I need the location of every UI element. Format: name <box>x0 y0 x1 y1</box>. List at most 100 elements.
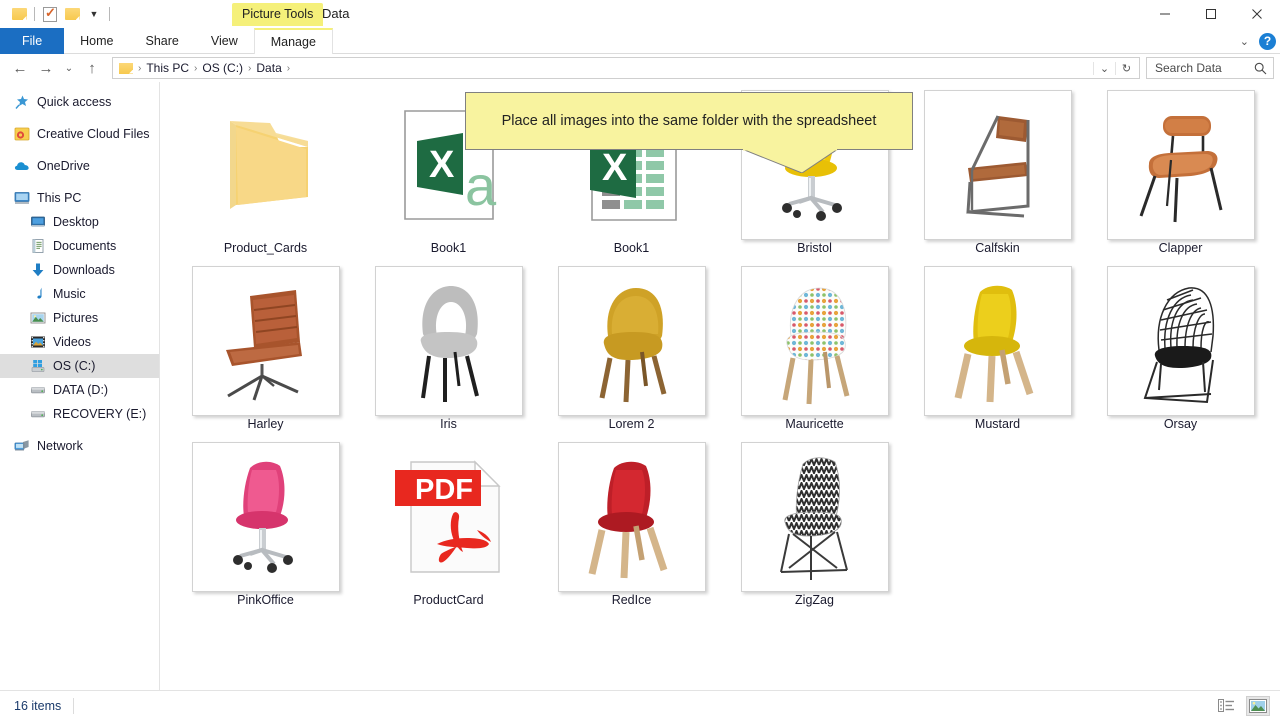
checkmark-document-icon[interactable] <box>39 3 61 25</box>
chair-photo <box>1106 90 1255 240</box>
chevron-down-icon[interactable]: ▼ <box>83 3 105 25</box>
chair-photo <box>374 266 523 416</box>
sidebar-item-creative-cloud-files[interactable]: Creative Cloud Files <box>0 122 159 146</box>
chevron-down-icon[interactable]: ⌄ <box>1093 61 1115 75</box>
image-thumbnail <box>540 266 723 416</box>
documents-icon <box>30 238 46 254</box>
sidebar-item-data-d[interactable]: DATA (D:) <box>0 378 159 402</box>
file-tile[interactable]: Product_Cards <box>174 90 357 266</box>
breadcrumb[interactable]: › This PC › OS (C:) › Data › ⌄ ↻ <box>112 57 1140 79</box>
maximize-button[interactable] <box>1188 0 1234 28</box>
file-tile[interactable]: PDF ProductCard <box>357 442 540 618</box>
recent-locations-button[interactable]: ⌄ <box>60 56 78 80</box>
folder-icon[interactable] <box>8 3 30 25</box>
file-name-label: Iris <box>440 417 457 431</box>
refresh-icon[interactable]: ↻ <box>1115 61 1137 75</box>
window-title: Data <box>322 6 350 21</box>
sidebar-item-label: Desktop <box>53 215 99 229</box>
search-input[interactable]: Search Data <box>1146 57 1274 79</box>
search-placeholder: Search Data <box>1155 61 1222 75</box>
drive-icon <box>30 406 46 422</box>
file-tile[interactable]: RedIce <box>540 442 723 618</box>
sidebar-item-onedrive[interactable]: OneDrive <box>0 154 159 178</box>
file-tile[interactable]: Clapper <box>1089 90 1272 266</box>
sidebar-item-recovery-e[interactable]: RECOVERY (E:) <box>0 402 159 426</box>
file-name-label: Calfskin <box>975 241 1020 255</box>
file-tile[interactable]: Lorem 2 <box>540 266 723 442</box>
star-pin-icon <box>14 94 30 110</box>
svg-text:X: X <box>429 144 455 186</box>
ribbon-right-controls: ⌄ ? <box>1240 28 1276 54</box>
sidebar-item-label: Creative Cloud Files <box>37 127 150 141</box>
folder-icon[interactable] <box>61 3 83 25</box>
image-thumbnail <box>906 266 1089 416</box>
sidebar-item-quick-access[interactable]: Quick access <box>0 90 159 114</box>
status-bar: 16 items <box>0 690 1280 720</box>
breadcrumb-separator: › <box>138 62 142 74</box>
file-tile[interactable]: Mustard <box>906 266 1089 442</box>
chair-photo <box>557 266 706 416</box>
file-tile[interactable]: Harley <box>174 266 357 442</box>
close-button[interactable] <box>1234 0 1280 28</box>
sidebar-item-this-pc[interactable]: This PC <box>0 186 159 210</box>
forward-button[interactable]: → <box>34 56 58 80</box>
details-view-button[interactable] <box>1214 696 1238 716</box>
chevron-down-icon[interactable]: ⌄ <box>1240 35 1249 48</box>
folder-icon <box>174 90 357 240</box>
chair-photo <box>191 442 340 592</box>
sidebar-item-label: Pictures <box>53 311 99 325</box>
image-thumbnail <box>906 90 1089 240</box>
view-toggle-group <box>1214 695 1270 716</box>
sidebar-item-desktop[interactable]: Desktop <box>0 210 159 234</box>
file-tile[interactable]: Orsay <box>1089 266 1272 442</box>
file-name-label: Harley <box>247 417 284 431</box>
sidebar-item-network[interactable]: Network <box>0 434 159 458</box>
tab-file[interactable]: File <box>0 28 65 54</box>
sidebar-item-label: DATA (D:) <box>53 383 109 397</box>
sidebar-item-documents[interactable]: Documents <box>0 234 159 258</box>
large-icons-view-button[interactable] <box>1246 695 1270 716</box>
navigation-pane: Quick access Creative Cloud Files OneDrive… <box>0 82 160 690</box>
tab-manage-label: Manage <box>270 35 316 49</box>
tab-view[interactable]: View <box>195 28 254 54</box>
chair-photo <box>1106 266 1255 416</box>
tab-share[interactable]: Share <box>130 28 195 54</box>
file-name-label: PinkOffice <box>237 593 294 607</box>
breadcrumb-separator: › <box>286 62 291 74</box>
window-controls <box>1142 0 1280 28</box>
quick-access-toolbar: ▼ <box>0 0 114 28</box>
breadcrumb-item-os-c[interactable]: OS (C:) <box>199 61 246 75</box>
chair-photo <box>191 266 340 416</box>
minimize-button[interactable] <box>1142 0 1188 28</box>
sidebar-item-downloads[interactable]: Downloads <box>0 258 159 282</box>
sidebar-item-os-c[interactable]: OS (C:) <box>0 354 159 378</box>
folder-icon <box>119 62 133 74</box>
picture-icon <box>30 310 46 326</box>
creative-cloud-icon <box>14 126 30 142</box>
picture-tools-context-tab[interactable]: Picture Tools <box>232 3 324 26</box>
tab-home-label: Home <box>80 34 114 48</box>
back-button[interactable]: ← <box>8 56 32 80</box>
sidebar-item-videos[interactable]: Videos <box>0 330 159 354</box>
file-tile[interactable]: Calfskin <box>906 90 1089 266</box>
chair-photo <box>740 442 889 592</box>
tab-manage[interactable]: Manage <box>253 28 333 54</box>
tab-home[interactable]: Home <box>64 28 129 54</box>
sidebar-item-pictures[interactable]: Pictures <box>0 306 159 330</box>
breadcrumb-item-this-pc[interactable]: This PC <box>143 61 192 75</box>
file-tile[interactable]: PinkOffice <box>174 442 357 618</box>
help-button[interactable]: ? <box>1259 32 1276 50</box>
file-tile[interactable]: ZigZag <box>723 442 906 618</box>
monitor-icon <box>14 190 30 206</box>
breadcrumb-item-data[interactable]: Data <box>253 61 284 75</box>
up-button[interactable]: ↑ <box>80 56 104 80</box>
sidebar-item-music[interactable]: Music <box>0 282 159 306</box>
desktop-icon <box>30 214 46 230</box>
tab-view-label: View <box>210 34 238 48</box>
file-tile[interactable]: Mauricette <box>723 266 906 442</box>
image-thumbnail <box>540 442 723 592</box>
sidebar-item-label: RECOVERY (E:) <box>53 407 147 421</box>
file-name-label: Bristol <box>797 241 832 255</box>
divider <box>34 7 35 21</box>
file-tile[interactable]: Iris <box>357 266 540 442</box>
